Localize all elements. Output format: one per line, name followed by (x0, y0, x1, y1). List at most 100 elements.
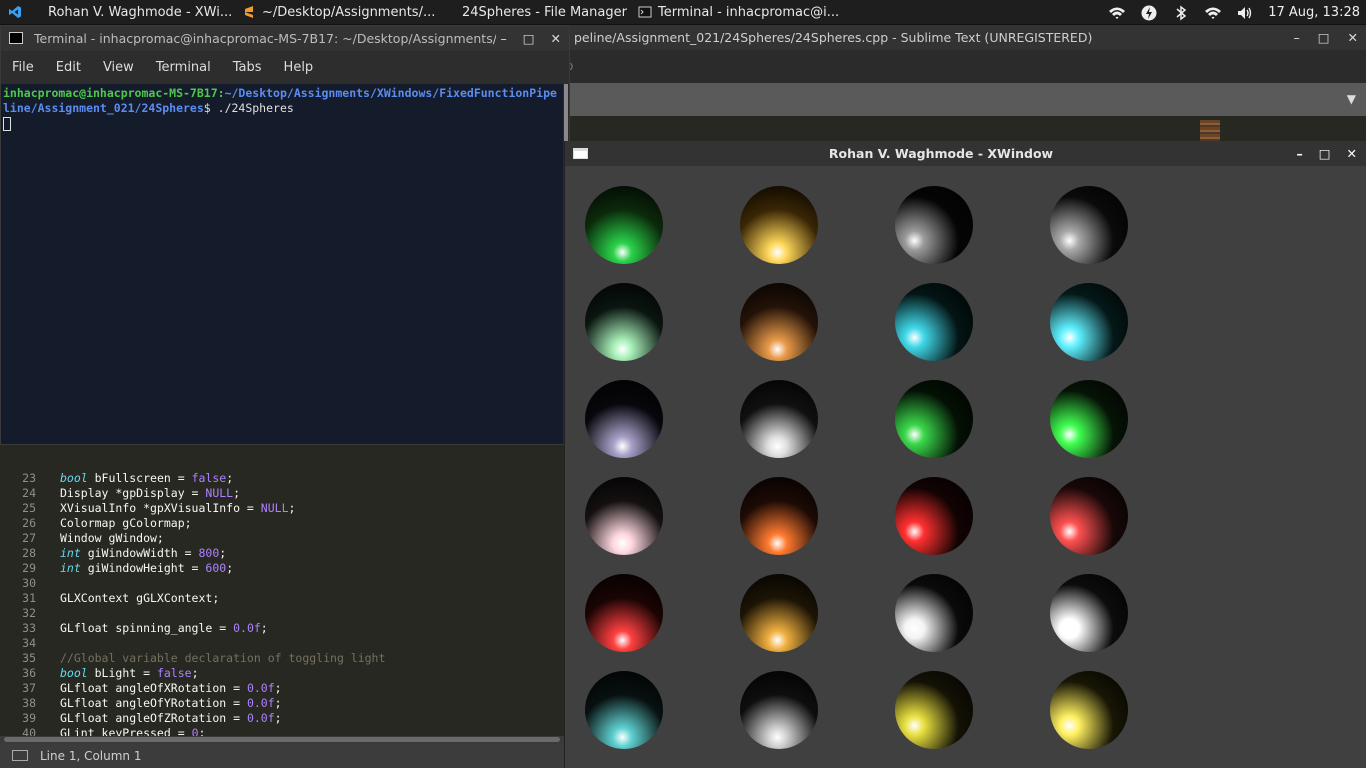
line-number: 23 (22, 471, 36, 485)
line-number: 34 (22, 636, 36, 650)
code-text: int giWindowHeight = 600; (60, 561, 234, 575)
line-number: 33 (22, 621, 36, 635)
minimize-icon[interactable]: – (500, 26, 506, 51)
minimize-icon[interactable]: – (1293, 25, 1299, 50)
code-line: 34 (0, 636, 564, 651)
line-number: 39 (22, 711, 36, 725)
code-line: 26 Colormap gColormap; (0, 516, 564, 531)
terminal-output[interactable]: inhacpromac@inhacpromac-MS-7B17:~/Deskto… (1, 84, 563, 444)
code-text: Colormap gColormap; (60, 516, 192, 530)
code-line: 28 int giWindowWidth = 800; (0, 546, 564, 561)
menu-item-file[interactable]: File (1, 60, 45, 75)
terminal-title: Terminal - inhacpromac@inhacpromac-MS-7B… (34, 31, 496, 46)
taskbar-item[interactable]: ~/Desktop/Assignments/... (236, 0, 450, 25)
code-text: int giWindowWidth = 800; (60, 546, 227, 560)
code-line: 31 GLXContext gGLXContext; (0, 591, 564, 606)
code-line: 35 //Global variable declaration of toggl… (0, 651, 564, 666)
close-icon[interactable]: ✕ (1348, 25, 1358, 50)
line-number: 37 (22, 681, 36, 695)
code-line: 33 GLfloat spinning_angle = 0.0f; (0, 621, 564, 636)
terminal-icon (9, 32, 23, 44)
sphere (740, 283, 818, 361)
app-menu-button[interactable] (0, 0, 36, 25)
code-text: bool bLight = false; (60, 666, 199, 680)
network-icon[interactable] (1204, 5, 1222, 21)
line-number: 26 (22, 516, 36, 530)
line-number: 30 (22, 576, 36, 590)
code-line: 27 Window gWindow; (0, 531, 564, 546)
power-icon[interactable] (1140, 5, 1158, 21)
prompt-path: ~/Desktop/Assignments/XWindows/FixedFunc… (224, 86, 557, 100)
menu-item-view[interactable]: View (92, 60, 145, 75)
taskbar-item-label: ~/Desktop/Assignments/... (262, 4, 436, 20)
close-icon[interactable]: ✕ (551, 26, 561, 51)
bluetooth-icon[interactable] (1172, 5, 1190, 21)
code-line: 30 (0, 576, 564, 591)
sphere (1050, 186, 1128, 264)
sphere (585, 186, 663, 264)
clock[interactable]: 17 Aug, 13:28 (1268, 5, 1360, 20)
command-text: $ ./24Spheres (203, 101, 294, 115)
line-number: 36 (22, 666, 36, 680)
wifi-icon[interactable] (1108, 5, 1126, 21)
minimap[interactable] (1200, 120, 1220, 142)
menu-item-terminal[interactable]: Terminal (145, 60, 222, 75)
vscode-icon (9, 6, 21, 18)
taskbar: Rohan V. Waghmode - XWi... ~/Desktop/Assi… (0, 0, 1366, 25)
taskbar-item-label: Rohan V. Waghmode - XWi... (48, 4, 233, 20)
taskbar-item[interactable]: Rohan V. Waghmode - XWi... (36, 0, 236, 25)
terminal-icon (638, 6, 652, 18)
sphere (740, 671, 818, 749)
opengl-canvas[interactable] (565, 166, 1366, 768)
volume-icon[interactable] (1236, 5, 1254, 21)
line-number: 27 (22, 531, 36, 545)
menu-item-edit[interactable]: Edit (45, 60, 92, 75)
scrollbar-thumb[interactable] (4, 737, 560, 742)
taskbar-item[interactable]: Terminal - inhacpromac@i... (632, 0, 852, 25)
sphere (585, 283, 663, 361)
sphere (895, 574, 973, 652)
xwindow-title-bar[interactable]: Rohan V. Waghmode - XWindow – □ ✕ (565, 141, 1366, 166)
close-icon[interactable]: ✕ (1347, 141, 1357, 166)
taskbar-item[interactable]: 24Spheres - File Manager (450, 0, 632, 25)
sphere (585, 671, 663, 749)
sphere (740, 574, 818, 652)
line-number: 31 (22, 591, 36, 605)
maximize-icon[interactable]: □ (523, 26, 535, 51)
taskbar-window-list: Rohan V. Waghmode - XWi... ~/Desktop/Assi… (36, 0, 852, 25)
menu-item-tabs[interactable]: Tabs (222, 60, 273, 75)
code-text: GLfloat angleOfZRotation = 0.0f; (60, 711, 282, 725)
sphere (1050, 671, 1128, 749)
maximize-icon[interactable]: □ (1319, 141, 1331, 166)
sphere (895, 477, 973, 555)
line-number: 32 (22, 606, 36, 620)
terminal-menu-bar: File Edit View Terminal Tabs Help (1, 51, 569, 84)
minimize-icon[interactable]: – (1296, 141, 1302, 166)
code-text: GLfloat spinning_angle = 0.0f; (60, 621, 268, 635)
sphere (585, 477, 663, 555)
horizontal-scrollbar[interactable] (0, 736, 564, 744)
menu-item-help[interactable]: Help (273, 60, 325, 75)
code-editor[interactable]: 23 bool bFullscreen = false; 24 Display *gp… (0, 445, 564, 755)
sphere (585, 380, 663, 458)
terminal-title-bar[interactable]: Terminal - inhacpromac@inhacpromac-MS-7B… (1, 26, 569, 51)
scrollbar-thumb[interactable] (564, 84, 568, 144)
code-line: 38 GLfloat angleOfYRotation = 0.0f; (0, 696, 564, 711)
code-line: 39 GLfloat angleOfZRotation = 0.0f; (0, 711, 564, 726)
code-line: 37 GLfloat angleOfXRotation = 0.0f; (0, 681, 564, 696)
sphere (740, 380, 818, 458)
sphere (740, 477, 818, 555)
maximize-icon[interactable]: □ (1318, 25, 1330, 50)
code-line: 29 int giWindowHeight = 600; (0, 561, 564, 576)
code-text: Window gWindow; (60, 531, 164, 545)
text-cursor (3, 116, 11, 131)
code-text: XVisualInfo *gpXVisualInfo = NULL; (60, 501, 296, 515)
tab-list-dropdown-icon[interactable]: ▼ (1347, 92, 1356, 106)
code-line: 32 (0, 606, 564, 621)
panel-toggle-icon[interactable] (12, 750, 28, 761)
code-text: GLfloat angleOfYRotation = 0.0f; (60, 696, 282, 710)
cursor-position: Line 1, Column 1 (40, 749, 142, 763)
code-text: GLfloat angleOfXRotation = 0.0f; (60, 681, 282, 695)
prompt-user: inhacpromac@inhacpromac-MS-7B17 (3, 86, 218, 100)
code-line: 36 bool bLight = false; (0, 666, 564, 681)
